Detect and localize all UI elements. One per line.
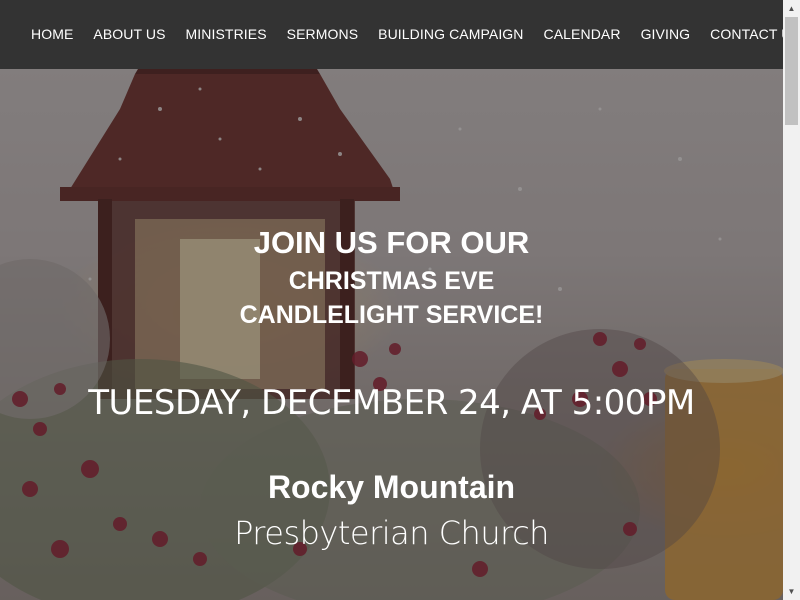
hero-heading-join-us: JOIN US FOR OUR bbox=[253, 225, 530, 260]
hero-heading-candlelight-service: CANDLELIGHT SERVICE! bbox=[239, 301, 544, 329]
church-name-primary: Rocky Mountain bbox=[267, 469, 516, 505]
page-scrollbar[interactable]: ▲ ▼ bbox=[783, 0, 800, 600]
nav-item-giving[interactable]: GIVING bbox=[631, 0, 701, 69]
nav-item-sermons[interactable]: SERMONS bbox=[277, 0, 369, 69]
arrow-down-icon[interactable]: ▼ bbox=[783, 583, 800, 600]
nav-item-calendar[interactable]: CALENDAR bbox=[534, 0, 631, 69]
nav-item-about-us[interactable]: ABOUT US bbox=[83, 0, 175, 69]
nav-menu: HOME ABOUT US MINISTRIES SERMONS BUILDIN… bbox=[0, 0, 800, 69]
hero-text-block: JOIN US FOR OUR CHRISTMAS EVE CANDLELIGH… bbox=[0, 69, 783, 600]
hero-heading-christmas-eve: CHRISTMAS EVE bbox=[288, 267, 495, 295]
nav-item-building-campaign[interactable]: BUILDING CAMPAIGN bbox=[368, 0, 533, 69]
scrollbar-thumb[interactable] bbox=[785, 17, 798, 125]
church-name-secondary: Presbyterian Church bbox=[234, 514, 549, 552]
hero-event-date: TUESDAY, DECEMBER 24, AT 5:00PM bbox=[88, 383, 695, 423]
arrow-up-icon[interactable]: ▲ bbox=[783, 0, 800, 17]
main-navigation: HOME ABOUT US MINISTRIES SERMONS BUILDIN… bbox=[0, 0, 800, 69]
hero-banner: JOIN US FOR OUR CHRISTMAS EVE CANDLELIGH… bbox=[0, 69, 783, 600]
nav-item-ministries[interactable]: MINISTRIES bbox=[176, 0, 277, 69]
nav-item-home[interactable]: HOME bbox=[21, 0, 83, 69]
